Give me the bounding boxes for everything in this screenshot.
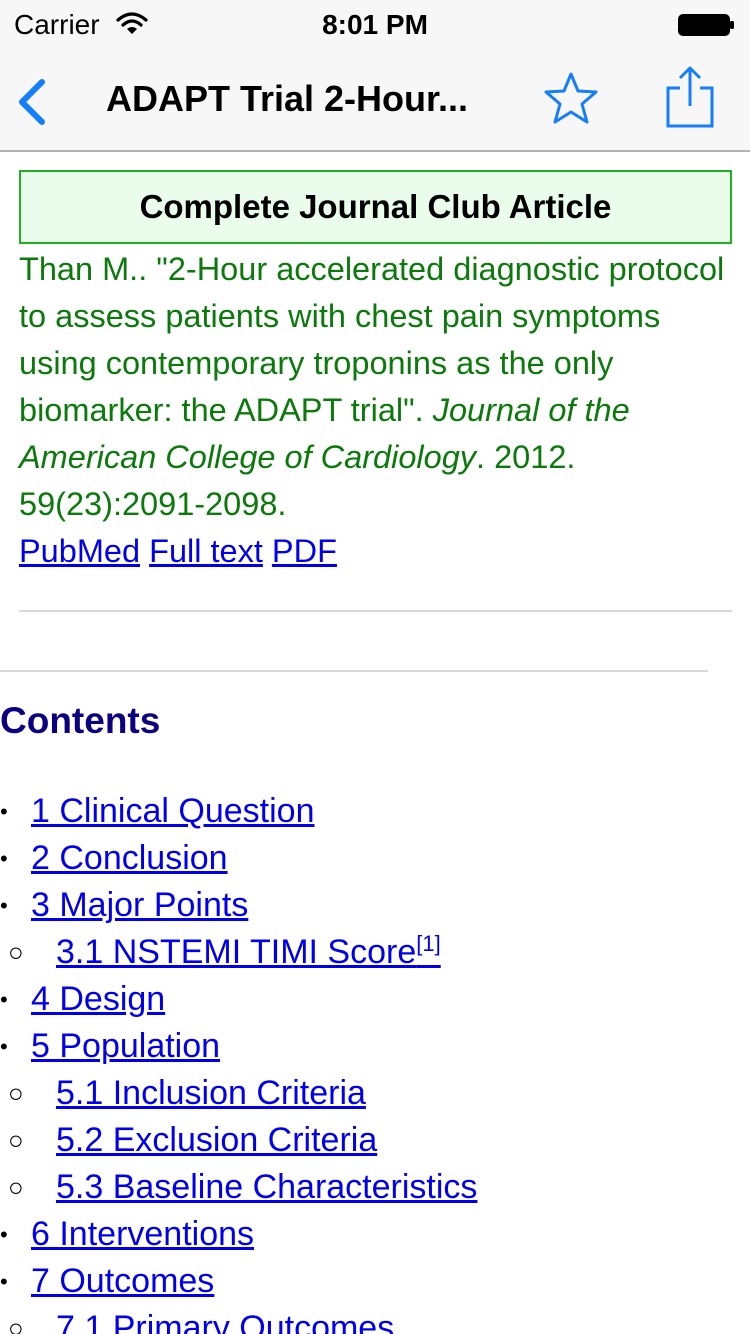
- bullet-disc-icon: •: [0, 893, 8, 918]
- toc-link[interactable]: 3.1 NSTEMI TIMI Score[1]: [56, 929, 441, 976]
- toc-link[interactable]: 3 Major Points: [31, 882, 248, 929]
- toc-item: • 1 Clinical Question: [0, 788, 750, 835]
- pubmed-link[interactable]: PubMed: [19, 533, 140, 569]
- toc-item: • 5 Population: [0, 1023, 750, 1070]
- contents-heading: Contents: [0, 700, 161, 741]
- divider: [19, 610, 732, 612]
- journal-club-label: Complete Journal Club Article: [139, 188, 612, 225]
- toc-link[interactable]: 1 Clinical Question: [31, 788, 314, 835]
- bullet-disc-icon: •: [0, 799, 8, 824]
- toc-link-label: 7 Outcomes: [31, 1262, 215, 1300]
- status-bar: Carrier 8:01 PM: [0, 0, 750, 50]
- toc-link[interactable]: 7.1 Primary Outcomes: [56, 1305, 394, 1334]
- toc-item: ○ 5.3 Baseline Characteristics: [0, 1164, 750, 1211]
- share-button[interactable]: [664, 64, 716, 130]
- toc-link-label: 5.3 Baseline Characteristics: [56, 1168, 478, 1206]
- bullet-disc-icon: •: [0, 987, 8, 1012]
- bullet-circle-icon: ○: [8, 1313, 24, 1334]
- toc-item: • 6 Interventions: [0, 1211, 750, 1258]
- fulltext-link[interactable]: Full text: [149, 533, 263, 569]
- toc-item: • 7 Outcomes: [0, 1258, 750, 1305]
- toc-link-label: 3.1 NSTEMI TIMI Score: [56, 933, 417, 971]
- bullet-disc-icon: •: [0, 1269, 8, 1294]
- toc-item: ○ 3.1 NSTEMI TIMI Score[1]: [0, 929, 750, 976]
- toc-item: ○ 7.1 Primary Outcomes: [0, 1305, 750, 1334]
- article-content: Complete Journal Club Article Than M.. "…: [0, 152, 750, 1334]
- favorite-button[interactable]: [542, 70, 600, 126]
- star-outline-icon: [544, 72, 598, 124]
- toc-link-label: 3 Major Points: [31, 886, 249, 924]
- citation-authors: Than M..: [19, 251, 148, 287]
- toc-link-label: 5 Population: [31, 1027, 221, 1065]
- pdf-link[interactable]: PDF: [272, 533, 337, 569]
- status-time: 8:01 PM: [322, 9, 428, 40]
- toc-item: ○ 5.2 Exclusion Criteria: [0, 1117, 750, 1164]
- reference-superscript[interactable]: [1]: [416, 931, 440, 956]
- toc-link[interactable]: 4 Design: [31, 976, 165, 1023]
- toc-link-label: 1 Clinical Question: [31, 792, 315, 830]
- toc-link[interactable]: 5.3 Baseline Characteristics: [56, 1164, 477, 1211]
- bullet-disc-icon: •: [0, 1034, 8, 1059]
- toc-link[interactable]: 7 Outcomes: [31, 1258, 214, 1305]
- back-button[interactable]: [12, 78, 56, 126]
- battery-icon: [678, 14, 734, 36]
- bullet-disc-icon: •: [0, 846, 8, 871]
- toc-link-label: 6 Interventions: [31, 1215, 255, 1253]
- bullet-circle-icon: ○: [8, 1172, 24, 1202]
- bullet-circle-icon: ○: [8, 1125, 24, 1155]
- toc-link[interactable]: 5.2 Exclusion Criteria: [56, 1117, 377, 1164]
- bullet-circle-icon: ○: [8, 1078, 24, 1108]
- journal-club-banner[interactable]: Complete Journal Club Article: [19, 170, 732, 244]
- toc-link-label: 5.2 Exclusion Criteria: [56, 1121, 378, 1159]
- toc-link-label: 5.1 Inclusion Criteria: [56, 1074, 366, 1112]
- toc-link-label: 4 Design: [31, 980, 166, 1018]
- toc-item: ○ 5.1 Inclusion Criteria: [0, 1070, 750, 1117]
- toc-link[interactable]: 2 Conclusion: [31, 835, 228, 882]
- citation: Than M.. "2-Hour accelerated diagnostic …: [19, 246, 734, 575]
- chevron-left-icon: [19, 79, 45, 125]
- toc-link[interactable]: 5.1 Inclusion Criteria: [56, 1070, 366, 1117]
- bullet-circle-icon: ○: [8, 937, 24, 967]
- toc-link-label: 7.1 Primary Outcomes: [56, 1309, 395, 1334]
- toc-link[interactable]: 6 Interventions: [31, 1211, 254, 1258]
- toc-link[interactable]: 5 Population: [31, 1023, 220, 1070]
- bullet-disc-icon: •: [0, 1222, 8, 1247]
- table-of-contents: • 1 Clinical Question • 2 Conclusion • 3 Majo…: [0, 788, 750, 1334]
- toc-link-label: 2 Conclusion: [31, 839, 228, 877]
- page-title: ADAPT Trial 2-Hour...: [106, 78, 469, 119]
- navigation-bar: ADAPT Trial 2-Hour...: [0, 50, 750, 152]
- share-icon: [666, 66, 714, 128]
- toc-item: • 4 Design: [0, 976, 750, 1023]
- toc-item: • 2 Conclusion: [0, 835, 750, 882]
- divider: [0, 670, 708, 672]
- toc-item: • 3 Major Points: [0, 882, 750, 929]
